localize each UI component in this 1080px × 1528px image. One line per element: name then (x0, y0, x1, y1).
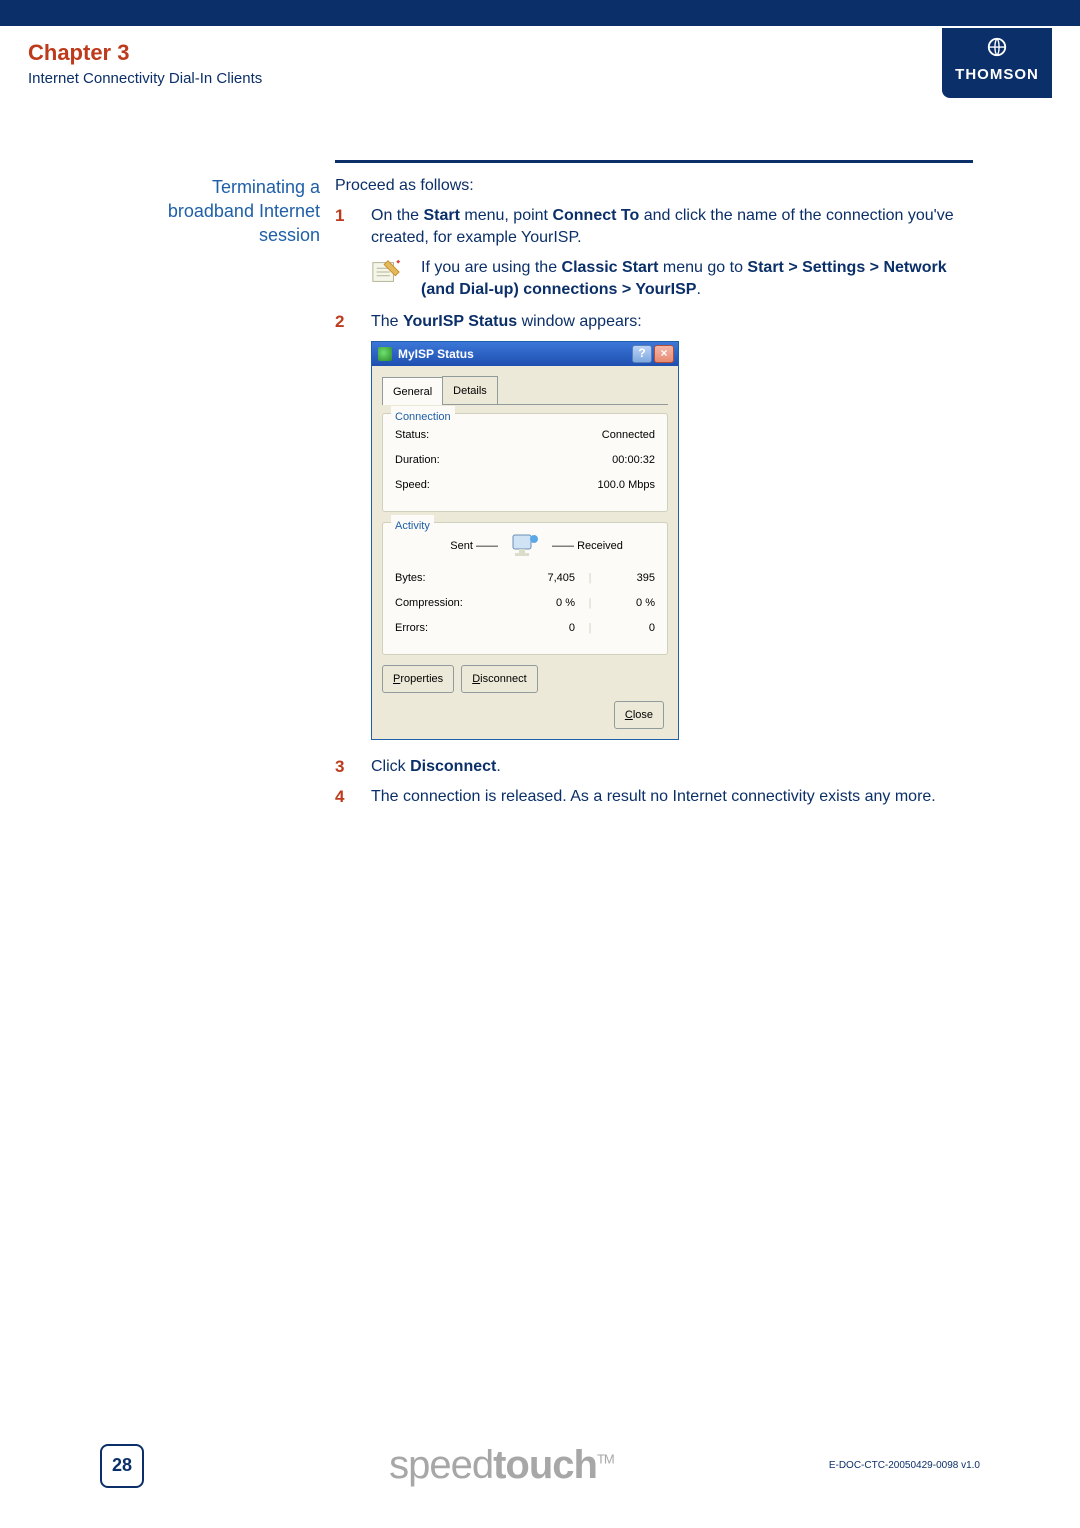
note: If you are using the Classic Start menu … (371, 257, 973, 301)
activity-group: Activity Sent —— —— Received Bytes:7,405… (382, 522, 668, 655)
compression-label: Compression: (395, 592, 495, 614)
disconnect-button[interactable]: Disconnect (461, 665, 537, 693)
step-3-text: Click Disconnect. (371, 756, 973, 778)
bytes-sent: 7,405 (495, 567, 575, 589)
compression-sent: 0 % (495, 592, 575, 614)
page-footer: 28 speedtouchTM E-DOC-CTC-20050429-0098 … (100, 1443, 980, 1488)
dialog-titlebar: MyISP Status ? × (372, 342, 678, 366)
connection-icon (378, 347, 392, 361)
chapter-title: Chapter 3 (28, 40, 1052, 66)
errors-sent: 0 (495, 617, 575, 639)
brand-name: THOMSON (942, 66, 1052, 83)
errors-label: Errors: (395, 617, 495, 639)
dialog-tabs: General Details (382, 376, 668, 405)
globe-icon (942, 36, 1052, 62)
page-header: Chapter 3 Internet Connectivity Dial-In … (28, 40, 1052, 87)
speed-value: 100.0 Mbps (495, 474, 655, 496)
received-label: —— Received (552, 535, 632, 557)
step-4: 4 The connection is released. As a resul… (335, 786, 973, 808)
page-number: 28 (100, 1444, 144, 1488)
intro-text: Proceed as follows: (335, 175, 973, 197)
close-x-button[interactable]: × (654, 345, 674, 363)
connection-legend: Connection (391, 406, 455, 428)
step-1-text: On the Start menu, point Connect To and … (371, 205, 973, 249)
dialog-title: MyISP Status (398, 343, 474, 365)
tab-details[interactable]: Details (442, 376, 498, 404)
step-2-text: The YourISP Status window appears: (371, 311, 973, 333)
sent-label: Sent —— (418, 535, 498, 557)
duration-label: Duration: (395, 449, 495, 471)
thomson-logo: THOMSON (942, 28, 1052, 98)
chapter-subtitle: Internet Connectivity Dial-In Clients (28, 70, 1052, 87)
step-3: 3 Click Disconnect. (335, 756, 973, 778)
connection-group: Connection Status:Connected Duration:00:… (382, 413, 668, 512)
compression-received: 0 % (605, 592, 655, 614)
document-id: E-DOC-CTC-20050429-0098 v1.0 (829, 1460, 980, 1471)
body-column: Proceed as follows: 1 On the Start menu,… (335, 175, 973, 816)
tab-general[interactable]: General (382, 377, 443, 405)
speed-label: Speed: (395, 474, 495, 496)
status-value: Connected (495, 424, 655, 446)
step-4-text: The connection is released. As a result … (371, 786, 973, 808)
step-2: 2 The YourISP Status window appears: (335, 311, 973, 333)
properties-button[interactable]: Properties (382, 665, 454, 693)
section-divider (335, 160, 973, 163)
note-text: If you are using the Classic Start menu … (421, 257, 973, 301)
duration-value: 00:00:32 (495, 449, 655, 471)
close-button[interactable]: Close (614, 701, 664, 729)
activity-legend: Activity (391, 515, 434, 537)
section-label: Terminating a broadband Internet session (130, 175, 320, 247)
speedtouch-logo: speedtouchTM (174, 1443, 829, 1488)
errors-received: 0 (605, 617, 655, 639)
network-monitor-icon (510, 533, 540, 559)
help-button[interactable]: ? (632, 345, 652, 363)
bytes-received: 395 (605, 567, 655, 589)
top-bar (0, 0, 1080, 26)
status-dialog: MyISP Status ? × General Details Connect… (371, 341, 679, 740)
bytes-label: Bytes: (395, 567, 495, 589)
step-1: 1 On the Start menu, point Connect To an… (335, 205, 973, 249)
note-icon (371, 257, 401, 287)
